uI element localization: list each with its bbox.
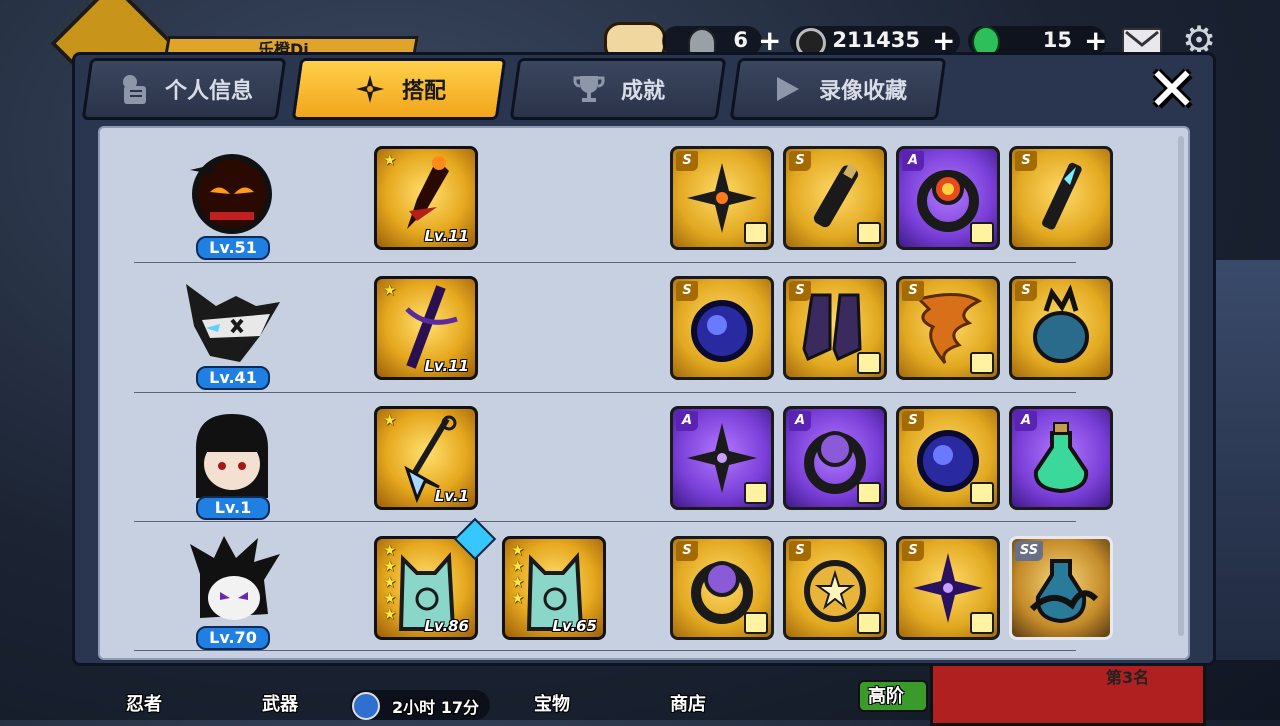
nav-ninja-label[interactable]: 忍者 <box>126 690 162 716</box>
timer-text: 2小时 17分 <box>392 698 479 717</box>
profile-icon <box>115 71 151 107</box>
item-grade: S <box>1015 281 1037 301</box>
tshirt-icon <box>970 352 994 374</box>
item-grade: S <box>789 281 811 301</box>
ninja-level-1: Lv.51 <box>196 236 270 260</box>
weapon-level: Lv.11 <box>424 227 469 245</box>
item-grade: SS <box>1015 541 1043 561</box>
ninja-level-2: Lv.41 <box>196 366 270 390</box>
row-divider <box>134 392 1076 393</box>
item-grade: S <box>1015 151 1037 171</box>
item-card-potion-bag[interactable]: S <box>1009 276 1113 380</box>
star-rating: ★ ★ ★ ★ <box>511 541 525 607</box>
weapon-level: Lv.65 <box>552 617 597 635</box>
tab-lineup[interactable]: 搭配 <box>291 58 507 120</box>
play-icon <box>769 71 805 107</box>
weapon-card[interactable]: ★ Lv.11 <box>374 276 478 380</box>
weapon-card[interactable]: ★ Lv.1 <box>374 406 478 510</box>
tshirt-icon <box>857 222 881 244</box>
weapon-card[interactable]: ★ Lv.11 <box>374 146 478 250</box>
item-card-scroll[interactable]: S <box>783 146 887 250</box>
tab-profile-label: 个人信息 <box>164 79 253 104</box>
weapon-level: Lv.1 <box>434 487 469 505</box>
tshirt-icon <box>970 612 994 634</box>
item-card-shuriken[interactable]: S <box>896 536 1000 640</box>
item-card-potion[interactable]: A <box>1009 406 1113 510</box>
item-grade: S <box>902 411 924 431</box>
item-card-dragon-bottle[interactable]: SS <box>1009 536 1113 640</box>
item-grade: A <box>676 411 698 431</box>
close-button[interactable]: ✕ <box>1140 60 1204 120</box>
tickets-count: 6 <box>733 28 748 52</box>
star-rating: ★ <box>383 281 397 299</box>
item-card-dark-orb[interactable]: S <box>896 406 1000 510</box>
add-coins-button[interactable]: + <box>932 27 955 55</box>
coins-count: 211435 <box>832 28 920 52</box>
item-grade: A <box>1015 411 1037 431</box>
item-card-dark-orb[interactable]: S <box>670 276 774 380</box>
game-screen: { "hud": { "player_name": "乐橙Di", "ticke… <box>0 0 1280 726</box>
add-gems-button[interactable]: + <box>1084 27 1107 55</box>
item-card-kunai-handle[interactable]: S <box>1009 146 1113 250</box>
row-divider <box>134 521 1076 522</box>
item-grade: S <box>902 541 924 561</box>
item-grade: A <box>789 411 811 431</box>
item-card-boots[interactable]: S <box>783 276 887 380</box>
item-grade: S <box>676 281 698 301</box>
tab-achievements-label: 成就 <box>620 79 665 104</box>
weapon-level: Lv.86 <box>424 617 469 635</box>
item-grade: S <box>902 281 924 301</box>
item-grade: S <box>789 541 811 561</box>
item-card-ring[interactable]: A <box>783 406 887 510</box>
shuriken-icon <box>352 71 388 107</box>
nav-shop-label[interactable]: 商店 <box>670 690 706 716</box>
add-tickets-button[interactable]: + <box>758 27 781 55</box>
tab-lineup-label: 搭配 <box>401 79 446 104</box>
star-rating: ★ <box>383 411 397 429</box>
tab-profile[interactable]: 个人信息 <box>81 58 287 120</box>
item-card-star-coin[interactable]: S <box>783 536 887 640</box>
clock-icon <box>352 692 380 720</box>
nav-treasure-label[interactable]: 宝物 <box>534 690 570 716</box>
tshirt-icon <box>744 222 768 244</box>
tshirt-icon <box>970 482 994 504</box>
item-grade: S <box>789 151 811 171</box>
trophy-icon <box>571 71 607 107</box>
ninja-level-4: Lv.70 <box>196 626 270 650</box>
weapon-level: Lv.11 <box>424 357 469 375</box>
tshirt-icon <box>857 612 881 634</box>
tshirt-icon <box>744 482 768 504</box>
item-card-purple-ring[interactable]: S <box>670 536 774 640</box>
scrollbar[interactable] <box>1178 136 1184 636</box>
item-card-fire-ring[interactable]: A <box>896 146 1000 250</box>
item-grade: A <box>902 151 924 171</box>
tshirt-icon <box>970 222 994 244</box>
row-divider <box>134 650 1076 651</box>
item-grade: S <box>676 151 698 171</box>
weapon-card[interactable]: ★ ★ ★ ★ ★ Lv.86 <box>374 536 478 640</box>
ninja-level-3: Lv.1 <box>196 496 270 520</box>
item-card-tornado[interactable]: S <box>896 276 1000 380</box>
nav-weapon-label[interactable]: 武器 <box>262 690 298 716</box>
advanced-label: 高阶 <box>868 686 904 707</box>
tab-achievements[interactable]: 成就 <box>509 58 727 120</box>
chapter-label: 第3名 <box>1106 668 1150 687</box>
gems-count: 15 <box>1042 28 1072 52</box>
tab-replays-label: 录像收藏 <box>818 79 907 104</box>
weapon-card[interactable]: ★ ★ ★ ★ Lv.65 <box>502 536 606 640</box>
item-card-shuriken[interactable]: S <box>670 146 774 250</box>
item-grade: S <box>676 541 698 561</box>
row-divider <box>134 262 1076 263</box>
tshirt-icon <box>857 482 881 504</box>
star-rating: ★ ★ ★ ★ ★ <box>383 541 397 623</box>
item-card-shuriken[interactable]: A <box>670 406 774 510</box>
tshirt-icon <box>744 612 768 634</box>
bg-red-banner <box>930 660 1206 726</box>
star-rating: ★ <box>383 151 397 169</box>
tab-replays[interactable]: 录像收藏 <box>729 58 947 120</box>
tshirt-icon <box>857 352 881 374</box>
